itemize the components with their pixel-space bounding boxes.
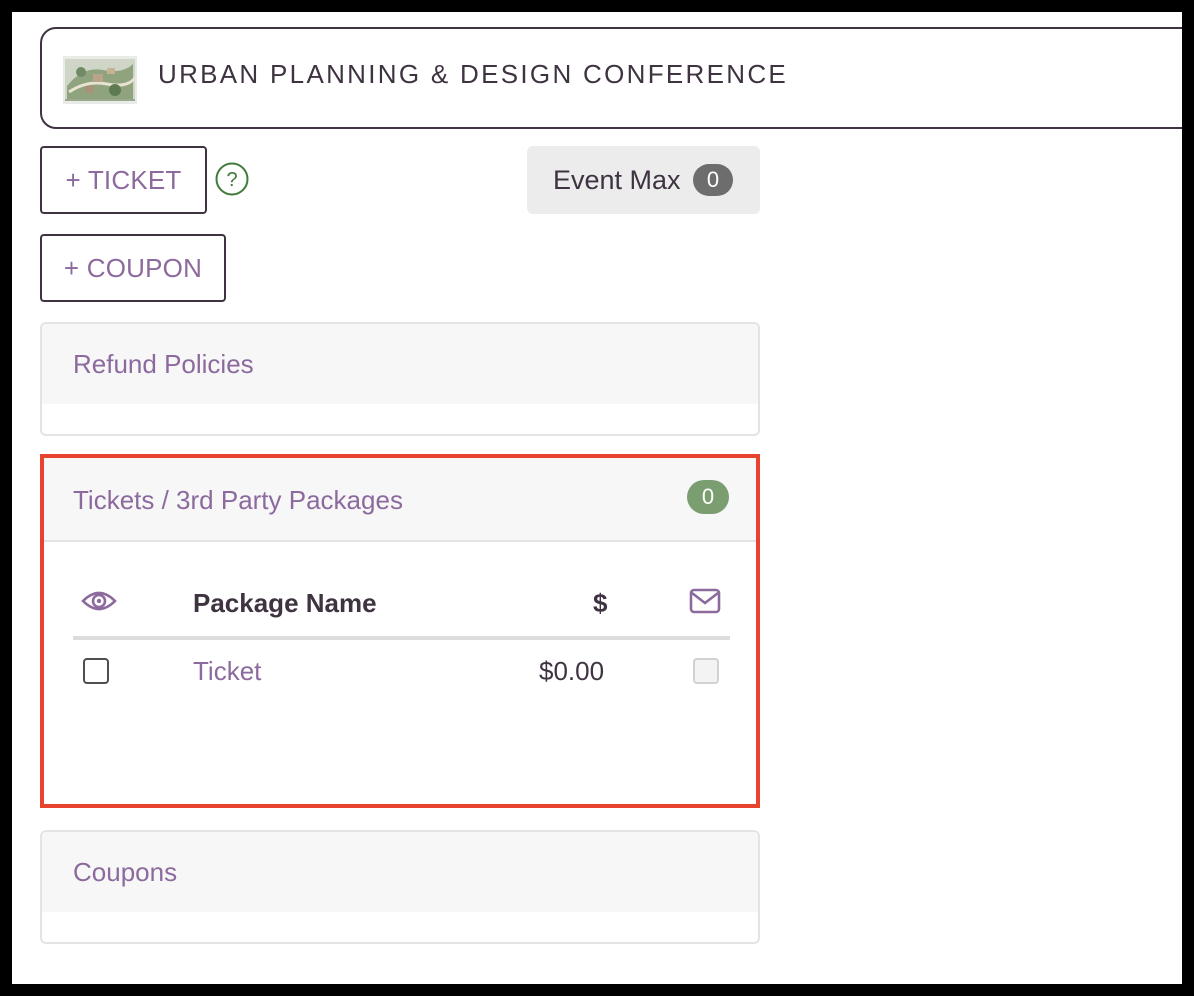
tickets-count-badge: 0 [687,480,729,514]
coupons-header[interactable]: Coupons [42,832,758,912]
event-max-label: Event Max [553,165,681,195]
tickets-packages-title: Tickets / 3rd Party Packages [73,485,403,515]
column-package-name[interactable]: Package Name [193,588,377,619]
row-package-name[interactable]: Ticket [193,656,261,687]
row-price: $0.00 [539,656,605,686]
coupons-title: Coupons [73,857,178,887]
refund-policies-title: Refund Policies [73,349,254,379]
help-glyph: ? [226,169,237,191]
question-circle-icon[interactable]: ? [215,162,249,196]
event-max-button[interactable]: Event Max 0 [527,146,760,214]
coupons-panel: Coupons [40,830,760,944]
eye-icon[interactable] [81,586,117,616]
add-coupon-button[interactable]: + COUPON [40,234,226,302]
packages-table-header: Package Name $ [73,578,730,640]
event-max-count-badge: 0 [693,164,733,196]
envelope-icon[interactable] [689,588,721,614]
event-header: URBAN PLANNING & DESIGN CONFERENCE [40,27,1182,129]
tickets-packages-header[interactable]: Tickets / 3rd Party Packages 0 [44,458,756,542]
row-email-checkbox[interactable] [693,658,719,684]
column-price[interactable]: $ [593,588,607,619]
add-ticket-button[interactable]: + TICKET [40,146,207,214]
refund-policies-header[interactable]: Refund Policies [42,324,758,404]
refund-policies-panel: Refund Policies [40,322,760,436]
event-thumbnail [63,56,137,104]
table-row: Ticket $0.00 [73,648,730,698]
row-visibility-checkbox[interactable] [83,658,109,684]
tickets-packages-panel: Tickets / 3rd Party Packages 0 Package N… [40,454,760,808]
event-title: URBAN PLANNING & DESIGN CONFERENCE [158,59,789,89]
page: URBAN PLANNING & DESIGN CONFERENCE + TIC… [12,12,1182,984]
